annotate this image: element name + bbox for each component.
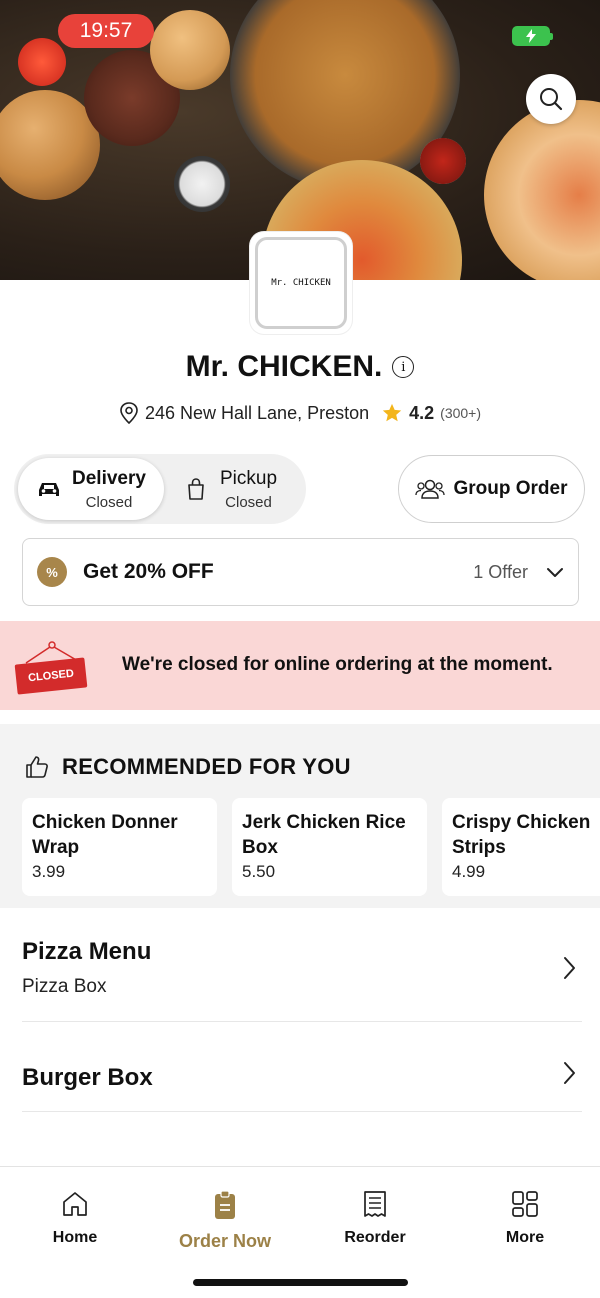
nav-order-now[interactable]: Order Now — [150, 1189, 300, 1252]
pickup-label: Pickup — [220, 467, 278, 489]
closed-sign-icon: CLOSED — [14, 641, 88, 695]
closed-sign-text: CLOSED — [14, 657, 88, 695]
closed-banner: CLOSED We're closed for online ordering … — [0, 621, 600, 710]
restaurant-name: Mr. CHICKEN. — [185, 350, 383, 383]
status-time: 19:57 — [58, 14, 154, 48]
menu-category-pizza[interactable]: Pizza Menu Pizza Box — [22, 938, 582, 1022]
address-row: 246 New Hall Lane, Preston 4.2 (300+) — [0, 402, 600, 424]
rating-count: (300+) — [440, 405, 482, 421]
nav-home-label: Home — [52, 1229, 98, 1246]
category-title: Pizza Menu — [22, 938, 152, 965]
recommended-item[interactable]: Chicken Donner Wrap 3.99 — [22, 798, 217, 896]
hero-sauce — [420, 138, 466, 184]
offer-count: 1 Offer — [473, 561, 528, 582]
chevron-right-icon — [564, 957, 575, 979]
item-name-line1: Chicken Donner — [32, 812, 178, 833]
chevron-right-icon — [564, 1062, 575, 1084]
delivery-option[interactable]: Delivery Closed — [18, 458, 164, 520]
item-name-line2: Strips — [452, 837, 506, 858]
order-mode-toggle: Delivery Closed Pickup Closed — [14, 454, 306, 524]
nav-more-label: More — [505, 1229, 545, 1246]
item-name-line1: Jerk Chicken Rice — [242, 812, 406, 833]
location-pin-icon — [120, 402, 138, 424]
bag-icon — [188, 478, 204, 500]
bolt-icon — [526, 29, 536, 43]
rating-value: 4.2 — [409, 402, 435, 423]
pickup-status: Closed — [225, 493, 272, 511]
info-icon[interactable]: i — [392, 356, 415, 378]
offer-bar[interactable]: % Get 20% OFF 1 Offer — [22, 538, 579, 606]
menu-category-burger[interactable]: Burger Box — [22, 1062, 582, 1112]
item-price: 5.50 — [242, 862, 276, 881]
thumbs-up-icon — [26, 756, 48, 778]
offer-title: Get 20% OFF — [83, 560, 214, 583]
nav-reorder[interactable]: Reorder — [300, 1189, 450, 1247]
receipt-icon — [364, 1191, 386, 1217]
logo-text: Mr. CHICKEN — [271, 278, 331, 288]
category-title: Burger Box — [22, 1064, 153, 1091]
home-indicator — [193, 1279, 408, 1286]
nav-reorder-label: Reorder — [344, 1229, 406, 1246]
nav-more[interactable]: More — [450, 1189, 600, 1247]
hero-bun — [150, 10, 230, 90]
discount-badge-icon: % — [37, 557, 67, 587]
item-name-line2: Wrap — [32, 837, 80, 858]
recommended-title: RECOMMENDED FOR YOU — [62, 754, 351, 779]
car-icon — [39, 483, 59, 496]
recommended-item[interactable]: Crispy Chicken Strips 4.99 — [442, 798, 600, 896]
hero-tomato — [18, 38, 66, 86]
pickup-option[interactable]: Pickup Closed — [186, 458, 302, 520]
group-icon — [415, 479, 446, 499]
restaurant-logo: Mr. CHICKEN — [250, 232, 352, 334]
category-subtitle: Pizza Box — [22, 976, 107, 997]
hero-pizza-right — [484, 100, 600, 280]
grid-icon — [512, 1191, 538, 1217]
item-price: 3.99 — [32, 862, 66, 881]
star-icon — [382, 403, 402, 422]
restaurant-name-row: Mr. CHICKEN. i — [0, 350, 600, 384]
battery-charging-icon — [512, 26, 553, 46]
closed-message: We're closed for online ordering at the … — [122, 654, 553, 675]
delivery-status: Closed — [85, 493, 133, 511]
search-icon — [540, 88, 563, 111]
recommended-item[interactable]: Jerk Chicken Rice Box 5.50 — [232, 798, 427, 896]
nav-order-now-label: Order Now — [178, 1231, 271, 1251]
hero-salt — [174, 156, 230, 212]
recommended-section: RECOMMENDED FOR YOU Chicken Donner Wrap … — [0, 724, 600, 908]
delivery-label: Delivery — [72, 467, 146, 489]
recommended-header: RECOMMENDED FOR YOU — [24, 754, 351, 780]
search-button[interactable] — [526, 74, 576, 124]
item-price: 4.99 — [452, 862, 486, 881]
order-icon — [215, 1190, 235, 1219]
restaurant-address: 246 New Hall Lane, Preston — [144, 402, 370, 423]
group-order-button[interactable]: Group Order — [398, 455, 585, 523]
item-name-line1: Crispy Chicken — [452, 812, 591, 833]
home-icon — [63, 1192, 87, 1216]
group-order-label: Group Order — [453, 478, 568, 499]
nav-home[interactable]: Home — [0, 1189, 150, 1247]
item-name-line2: Box — [242, 837, 278, 858]
chevron-down-icon — [547, 568, 563, 577]
